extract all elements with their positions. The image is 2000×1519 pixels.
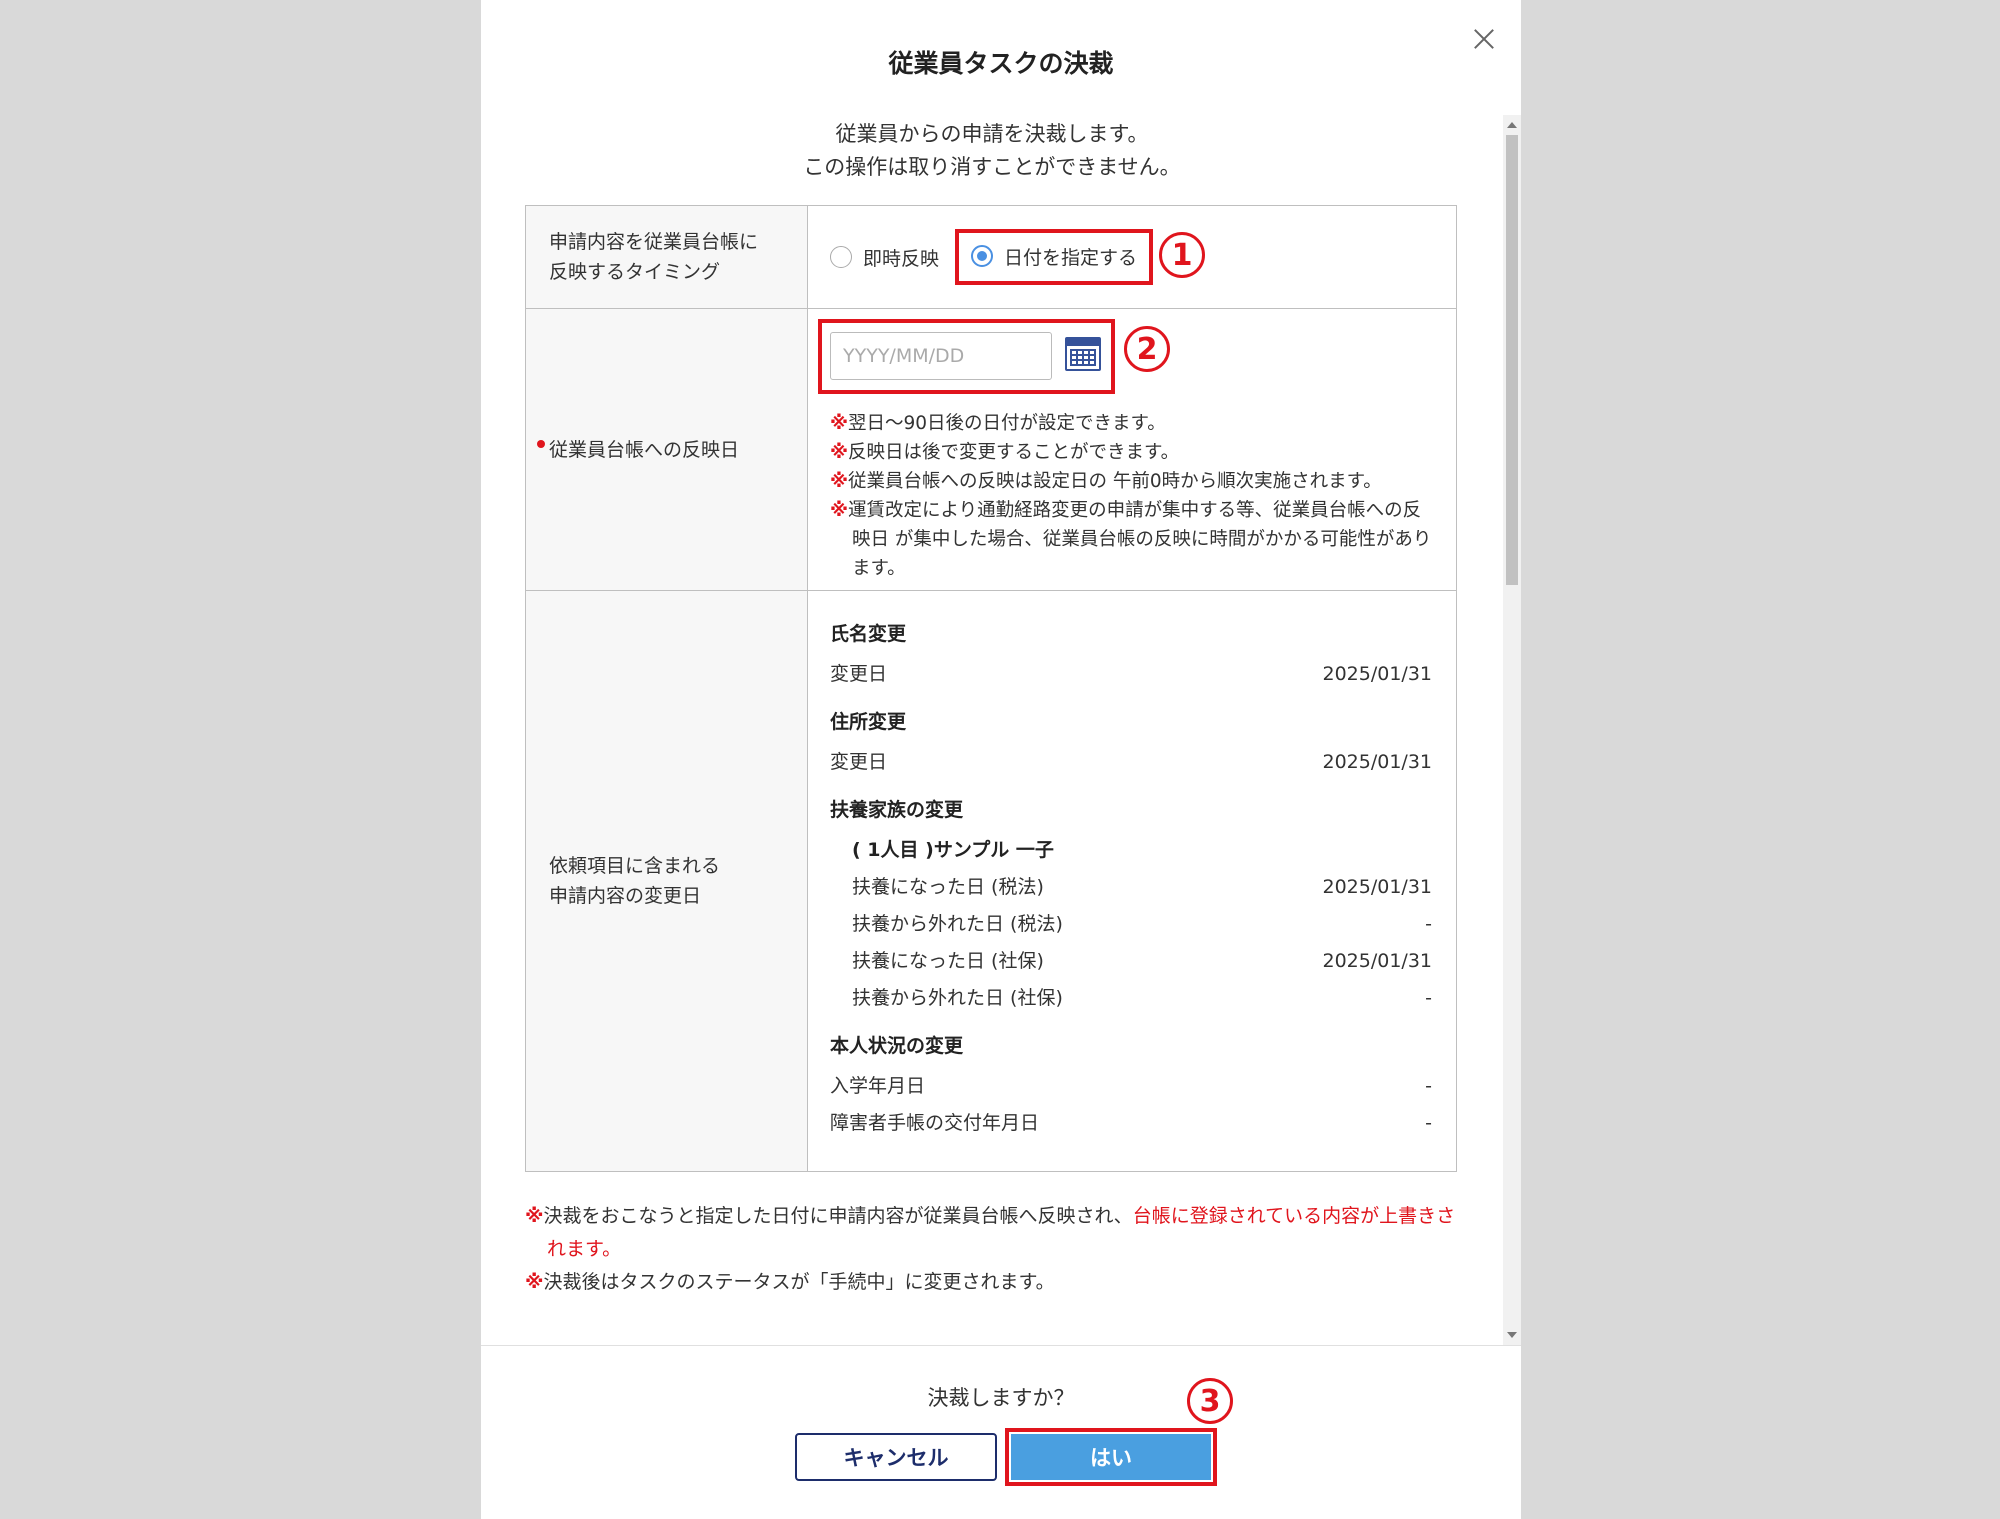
reflect-date-row: 従業員台帳への反映日 2 ※翌日〜90日後の日付が設定できます。 ※反映日は後で… <box>526 309 1456 591</box>
dependent-person-name: ( 1人目 )サンプル 一子 <box>852 839 1054 861</box>
radio-specify-label: 日付を指定する <box>1004 246 1138 269</box>
radio-specify-date[interactable]: 日付を指定する <box>971 243 1137 270</box>
list-item: 入学年月日 - <box>830 1075 1432 1097</box>
status-change-title: 本人状況の変更 <box>830 1035 964 1057</box>
radio-immediate[interactable]: 即時反映 <box>830 244 939 271</box>
scroll-up-icon[interactable] <box>1507 122 1517 128</box>
bottom-notes: ※決裁をおこなうと指定した日付に申請内容が従業員台帳へ反映され、台帳に登録されて… <box>525 1200 1465 1299</box>
calendar-icon[interactable] <box>1065 337 1101 371</box>
scrollbar[interactable] <box>1503 115 1521 1345</box>
timing-label: 申請内容を従業員台帳に 反映するタイミング <box>526 206 808 308</box>
timing-value: 即時反映 日付を指定する 1 <box>808 206 1456 308</box>
reflect-date-label-cell: 従業員台帳への反映日 <box>526 309 808 590</box>
date-note-3: ※従業員台帳への反映は設定日の 午前0時から順次実施されます。 <box>830 471 1382 492</box>
change-dates-label-line-2: 申請内容の変更日 <box>549 885 702 907</box>
address-change-title: 住所変更 <box>830 711 907 733</box>
dependents-change-title: 扶養家族の変更 <box>830 799 964 821</box>
bottom-note-1: ※決裁をおこなうと指定した日付に申請内容が従業員台帳へ反映され、台帳に登録されて… <box>525 1205 1456 1260</box>
list-item: 扶養になった日 (社保) 2025/01/31 <box>852 950 1432 972</box>
step1-highlight: 日付を指定する <box>955 228 1154 286</box>
list-item: 扶養から外れた日 (税法) - <box>852 913 1432 935</box>
dialog-footer: 決裁しますか？ キャンセル はい 3 <box>481 1345 1521 1519</box>
timing-radio-group: 即時反映 日付を指定する <box>808 206 1456 308</box>
date-input[interactable] <box>830 332 1052 380</box>
timing-row: 申請内容を従業員台帳に 反映するタイミング 即時反映 日付を指定する 1 <box>526 206 1456 309</box>
list-item: 障害者手帳の交付年月日 - <box>830 1112 1432 1134</box>
reflect-date-value: 2 ※翌日〜90日後の日付が設定できます。 ※反映日は後で変更することができます… <box>808 309 1456 590</box>
date-note-1: ※翌日〜90日後の日付が設定できます。 <box>830 413 1166 434</box>
radio-specify-circle[interactable] <box>971 245 994 268</box>
dialog-body: 従業員からの申請を決裁します。 この操作は取り消すことができません。 申請内容を… <box>481 115 1521 1345</box>
address-change-group: 住所変更 変更日 2025/01/31 <box>830 707 1432 781</box>
change-dates-value: 氏名変更 変更日2025/01/31 住所変更 変更日2025/01/31 <box>808 591 1456 1171</box>
radio-immediate-label: 即時反映 <box>863 247 940 270</box>
dependents-change-group: 扶養家族の変更 ( 1人目 )サンプル 一子 扶養になった日 (税法) 2025/… <box>830 795 1432 1017</box>
list-item: 扶養から外れた日 (社保) - <box>852 987 1432 1009</box>
step-1-marker: 1 <box>1159 232 1205 278</box>
scroll-thumb[interactable] <box>1506 135 1518 585</box>
intro-line-1: 従業員からの申請を決裁します。 <box>835 122 1149 146</box>
list-item: 変更日 2025/01/31 <box>830 663 1432 685</box>
approval-form-table: 申請内容を従業員台帳に 反映するタイミング 即時反映 日付を指定する 1 従業員… <box>525 205 1457 1172</box>
bottom-note-2: ※決裁後はタスクのステータスが「手続中」に変更されます。 <box>525 1271 1055 1293</box>
dialog-title: 従業員タスクの決裁 <box>888 49 1114 78</box>
list-item: 扶養になった日 (税法) 2025/01/31 <box>852 876 1432 898</box>
date-note-4: ※運賃改定により通勤経路変更の申請が集中する等、従業員台帳への反映日 が集中した… <box>830 500 1432 579</box>
change-dates-label: 依頼項目に含まれる 申請内容の変更日 <box>526 591 808 1171</box>
intro-line-2: この操作は取り消すことができません。 <box>803 155 1181 179</box>
change-dates-label-line-1: 依頼項目に含まれる <box>549 855 721 877</box>
approval-dialog: 従業員タスクの決裁 従業員からの申請を決裁します。 この操作は取り消すことができ… <box>481 0 1521 1519</box>
cancel-button[interactable]: キャンセル <box>795 1433 997 1481</box>
step-3-marker: 3 <box>1187 1378 1233 1424</box>
step-2-marker: 2 <box>1124 326 1170 372</box>
step2-highlight <box>818 319 1115 394</box>
close-icon[interactable] <box>1471 26 1497 52</box>
scroll-down-icon[interactable] <box>1507 1332 1517 1338</box>
timing-label-line-1: 申請内容を従業員台帳に <box>549 231 759 253</box>
date-note-2: ※反映日は後で変更することができます。 <box>830 442 1180 463</box>
change-dates-row: 依頼項目に含まれる 申請内容の変更日 氏名変更 変更日 2025/01/31 住… <box>526 591 1456 1171</box>
yes-button[interactable]: はい <box>1011 1434 1211 1480</box>
list-item: 変更日 2025/01/31 <box>830 751 1432 773</box>
radio-immediate-circle[interactable] <box>830 246 852 268</box>
status-change-group: 本人状況の変更 入学年月日 - 障害者手帳の交付年月日 - <box>830 1031 1432 1142</box>
timing-label-line-2: 反映するタイミング <box>549 261 721 283</box>
required-marker <box>537 440 545 448</box>
confirm-question: 決裁しますか？ <box>927 1386 1075 1410</box>
step3-highlight: はい <box>1005 1428 1217 1486</box>
date-notes: ※翌日〜90日後の日付が設定できます。 ※反映日は後で変更することができます。 … <box>830 409 1436 583</box>
name-change-title: 氏名変更 <box>830 623 907 645</box>
reflect-date-label: 従業員台帳への反映日 <box>549 438 740 461</box>
name-change-group: 氏名変更 変更日 2025/01/31 <box>830 619 1432 693</box>
